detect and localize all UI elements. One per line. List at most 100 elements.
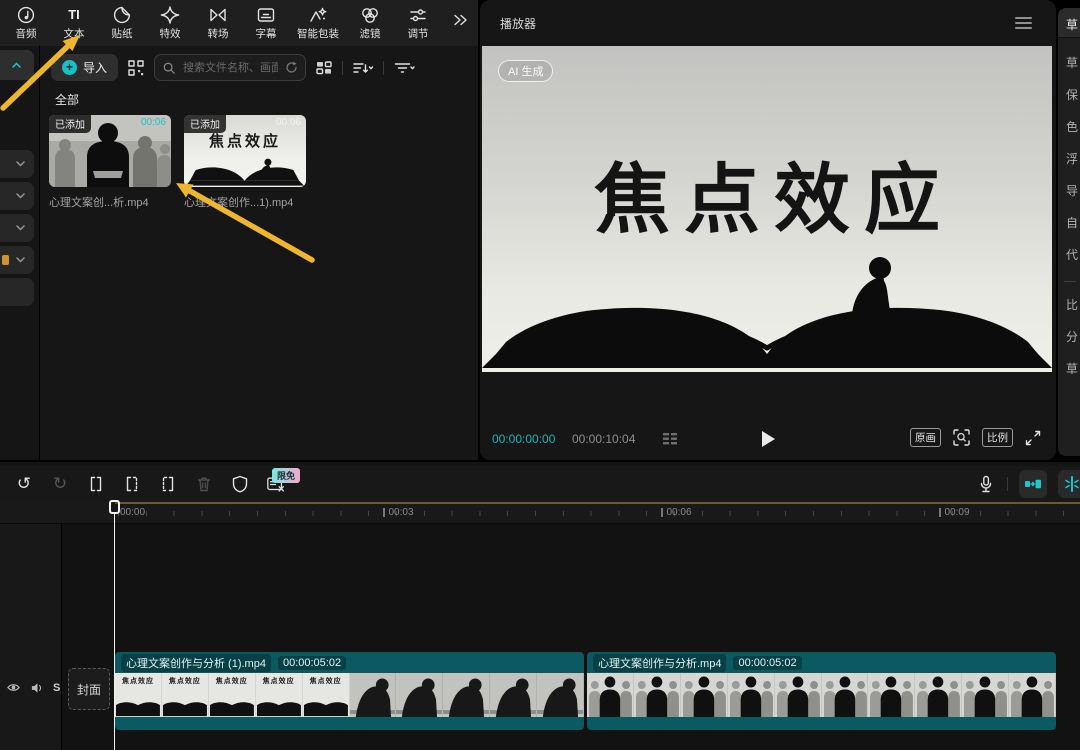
film-frame [681, 673, 728, 717]
cover-button[interactable]: 封面 [68, 668, 110, 710]
split-icon[interactable] [86, 474, 106, 494]
timeline-clip-2[interactable]: 心理文案创作与分析.mp4 00:00:05:02 [587, 652, 1056, 730]
import-button[interactable]: + 导入 [51, 54, 118, 81]
aspect-ratio-button[interactable]: 比例 [982, 428, 1013, 447]
fullscreen-icon[interactable] [1024, 429, 1042, 447]
timeline-toolbar-left: ↺ ↻ [14, 466, 286, 502]
filter-funnel-icon[interactable] [393, 60, 416, 76]
clip-2-filmstrip [587, 673, 1056, 717]
delete-icon[interactable] [194, 474, 214, 494]
freeze-shield-icon[interactable] [230, 474, 250, 494]
divider [1064, 281, 1076, 282]
media-search-input[interactable] [181, 61, 280, 75]
film-frame [443, 673, 490, 717]
play-button[interactable] [762, 431, 775, 447]
shot-list-icon[interactable] [662, 432, 678, 446]
effects-icon [160, 6, 180, 24]
rail-item-last[interactable] [0, 278, 34, 306]
rail-item[interactable] [0, 214, 34, 242]
ruler-label: 00:09 [939, 507, 970, 518]
toolbar-expand-icon[interactable] [450, 12, 470, 28]
media-item-1[interactable]: 已添加 00:06 [49, 115, 171, 187]
preview-focus-icon[interactable] [952, 428, 971, 447]
media-content: + 导入 [41, 46, 478, 460]
film-frame [634, 673, 681, 717]
playhead-line [114, 513, 116, 750]
split-keep-left-icon[interactable] [122, 474, 142, 494]
ruler-duration-line [115, 502, 1080, 504]
toolbar-captions-label: 字幕 [256, 26, 277, 41]
text-icon: TI [68, 6, 80, 24]
toolbar-transition[interactable]: 转场 [194, 1, 242, 45]
snap-toggle[interactable] [1019, 470, 1047, 498]
draft-settings-header-label: 草 [1066, 16, 1078, 33]
player-menu-icon[interactable] [1015, 17, 1032, 29]
toolbar-effects-label: 特效 [160, 26, 181, 41]
clip-2-duration: 00:00:05:02 [733, 656, 801, 670]
film-frame [350, 673, 397, 717]
mute-track-speaker-icon[interactable] [30, 681, 44, 694]
split-keep-right-icon[interactable] [158, 474, 178, 494]
player-title: 播放器 [500, 15, 536, 32]
chevron-down-icon [16, 225, 25, 231]
clip-1-filmstrip: 焦点效应 焦点效应 焦点效应 焦点效应 焦 [115, 673, 584, 717]
hide-track-eye-icon[interactable] [6, 681, 21, 694]
divider [342, 61, 343, 75]
ai-generated-badge: AI 生成 [498, 60, 553, 82]
media-item-2[interactable]: 焦点效应 已添加 00:06 [184, 115, 306, 187]
solo-track-button[interactable]: S [53, 682, 60, 694]
plus-icon: + [62, 60, 77, 75]
refresh-icon[interactable] [285, 61, 298, 74]
grid-view-icon[interactable] [315, 59, 333, 76]
timeline-section: ↺ ↻ 限 [0, 462, 1080, 750]
draft-field: 代 [1066, 246, 1078, 263]
main-toolbar: 音频 TI 文本 贴纸 特效 转场 [0, 0, 478, 46]
redo-icon[interactable]: ↻ [50, 474, 70, 494]
playhead[interactable] [109, 500, 121, 750]
toolbar-smart-pack-label: 智能包装 [297, 26, 339, 41]
total-duration: 00:00:10:04 [572, 432, 635, 446]
search-icon [162, 61, 176, 75]
toolbar-text[interactable]: TI 文本 [50, 1, 98, 45]
sort-icon[interactable] [352, 60, 374, 76]
toolbar-captions[interactable]: 字幕 [242, 1, 290, 45]
undo-icon[interactable]: ↺ [14, 474, 34, 494]
scan-qr-icon[interactable] [127, 59, 145, 77]
clip-1-duration: 00:00:05:02 [278, 656, 346, 670]
toolbar-effects[interactable]: 特效 [146, 1, 194, 45]
limited-free-badge: 限免 [272, 468, 300, 483]
timeline-ruler[interactable]: 00:00 00:03 00:06 00:09 [0, 502, 1080, 524]
rail-item[interactable] [0, 150, 34, 178]
chevron-down-icon [16, 193, 25, 199]
top-row: 音频 TI 文本 贴纸 特效 转场 [0, 0, 1080, 460]
toolbar-smart-pack[interactable]: 智能包装 [290, 1, 346, 45]
chevron-up-icon [12, 62, 21, 68]
rail-item[interactable] [0, 182, 34, 210]
toolbar-audio[interactable]: 音频 [2, 1, 50, 45]
film-frame [962, 673, 1009, 717]
preview-axis-toggle[interactable] [1058, 470, 1080, 498]
record-voiceover-icon[interactable] [976, 474, 996, 494]
original-quality-button[interactable]: 原画 [910, 428, 941, 447]
film-frame [587, 673, 634, 717]
draft-field: 草 [1066, 54, 1078, 71]
video-overlay-title: 焦点效应 [482, 138, 1052, 248]
timeline-clip-1[interactable]: 心理文案创作与分析 (1).mp4 00:00:05:02 焦点效应 焦点效应 [115, 652, 584, 730]
clip-1-footer [115, 717, 584, 730]
toolbar-adjust[interactable]: 调节 [394, 1, 442, 45]
toolbar-filter[interactable]: 滤镜 [346, 1, 394, 45]
film-frame: 焦点效应 [256, 673, 303, 717]
draft-field: 分 [1066, 328, 1078, 345]
toolbar-sticker[interactable]: 贴纸 [98, 1, 146, 45]
tab-all-materials[interactable]: 全部 [55, 91, 79, 108]
audio-icon [16, 6, 36, 24]
toolbar-audio-label: 音频 [16, 26, 37, 41]
duration-badge: 00:06 [141, 117, 166, 128]
rail-item-active[interactable] [0, 50, 34, 80]
player-controls: 00:00:00:00 00:00:10:04 原画 比例 [480, 424, 1056, 454]
playhead-handle[interactable] [109, 500, 120, 514]
draft-field: 保 [1066, 86, 1078, 103]
draft-settings-panel: 草 草 保 色 浮 导 自 代 比 分 草 [1058, 0, 1080, 460]
media-item-1-filename: 心理文案创...析.mp4 [49, 194, 174, 210]
divider [1007, 477, 1008, 491]
